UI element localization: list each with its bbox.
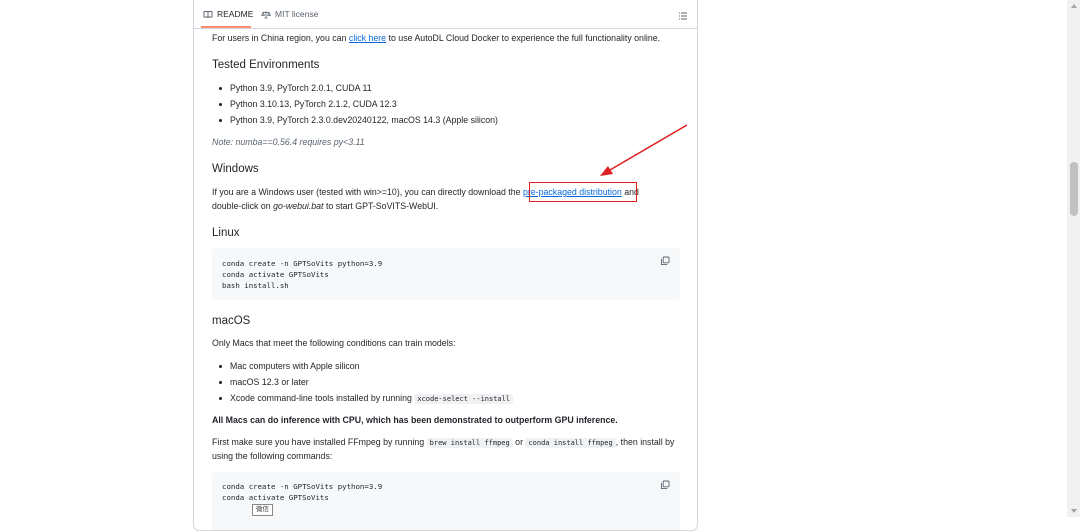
code-line: conda activate GPTSoVits — [222, 493, 329, 502]
list-item: Xcode command-line tools installed by ru… — [230, 391, 514, 406]
windows-heading: Windows — [212, 163, 259, 175]
list-icon — [679, 12, 687, 20]
conda-command: conda install ffmpeg — [525, 438, 616, 448]
copy-button[interactable] — [660, 256, 670, 269]
readme-tab-bar: README MIT license — [194, 0, 697, 29]
numba-note: Note: numba==0.56.4 requires py<3.11 — [212, 137, 365, 147]
list-item: Python 3.10.13, PyTorch 2.1.2, CUDA 12.3 — [230, 99, 397, 109]
code-line: conda activate GPTSoVits — [222, 270, 329, 279]
linux-code-block: conda create -n GPTSoVits python=3.9 con… — [212, 248, 680, 300]
annotation-highlight-box — [529, 182, 637, 202]
table-of-contents-button[interactable] — [678, 8, 688, 26]
list-item: macOS 12.3 or later — [230, 377, 309, 387]
macos-heading: macOS — [212, 315, 251, 327]
list-bullet — [219, 365, 222, 368]
list-item: Python 3.9, PyTorch 2.0.1, CUDA 11 — [230, 83, 372, 93]
list-bullet — [219, 397, 222, 400]
windows-paragraph-line2: double-click on go-webui.bat to start GP… — [212, 199, 438, 213]
scroll-down-arrow-icon[interactable] — [1071, 509, 1077, 513]
readme-panel: README MIT license For users in China re… — [193, 0, 698, 531]
click-here-link[interactable]: click here — [349, 33, 386, 43]
list-bullet — [219, 119, 222, 122]
cpu-inference-note: All Macs can do inference with CPU, whic… — [212, 415, 618, 425]
code-line: conda create -n GPTSoVits python=3.9 — [222, 259, 383, 268]
brew-command: brew install ffmpeg — [426, 438, 513, 448]
xcode-command: xcode-select --install — [414, 394, 514, 404]
macos-intro: Only Macs that meet the following condit… — [212, 338, 456, 348]
tab-license[interactable]: MIT license — [261, 9, 318, 19]
active-tab-indicator — [201, 26, 251, 28]
list-bullet — [219, 381, 222, 384]
windows-text-end: to start GPT-SoVITS-WebUI. — [323, 201, 439, 211]
copy-icon — [660, 256, 670, 266]
law-icon — [261, 10, 271, 18]
china-note-text: For users in China region, you can — [212, 33, 349, 43]
page-scrollbar[interactable] — [1067, 0, 1080, 517]
book-icon — [203, 10, 213, 18]
code-line: bash install.sh — [222, 281, 289, 290]
list-item: Mac computers with Apple silicon — [230, 361, 360, 371]
tab-readme-label: README — [217, 9, 254, 19]
macos-code-block: conda create -n GPTSoVits python=3.9 con… — [212, 472, 680, 530]
ffmpeg-text-end: , then install by — [615, 437, 675, 447]
scrollbar-thumb[interactable] — [1070, 162, 1078, 216]
ffmpeg-text: First make sure you have installed FFmpe… — [212, 437, 427, 447]
go-webui-filename: go-webui.bat — [273, 201, 324, 211]
tested-environments-heading: Tested Environments — [212, 59, 320, 71]
china-note: For users in China region, you can click… — [212, 31, 660, 45]
windows-text: double-click on — [212, 201, 274, 211]
list-item: Python 3.9, PyTorch 2.3.0.dev20240122, m… — [230, 115, 498, 125]
windows-text: If you are a Windows user (tested with w… — [212, 187, 523, 197]
ffmpeg-paragraph-line2: using the following commands: — [212, 451, 333, 461]
list-bullet — [219, 103, 222, 106]
code-line: conda create -n GPTSoVits python=3.9 — [222, 482, 383, 491]
xcode-text: Xcode command-line tools installed by ru… — [230, 393, 415, 403]
copy-icon — [660, 480, 670, 490]
ffmpeg-paragraph-line1: First make sure you have installed FFmpe… — [212, 435, 674, 450]
china-note-text-end: to use AutoDL Cloud Docker to experience… — [386, 33, 661, 43]
scroll-up-arrow-icon[interactable] — [1071, 4, 1077, 8]
ffmpeg-or: or — [512, 437, 526, 447]
tooltip: 微信 — [252, 504, 273, 516]
tab-readme[interactable]: README — [203, 9, 253, 19]
list-bullet — [219, 87, 222, 90]
linux-heading: Linux — [212, 227, 240, 239]
tab-license-label: MIT license — [275, 9, 319, 19]
copy-button[interactable] — [660, 480, 670, 493]
